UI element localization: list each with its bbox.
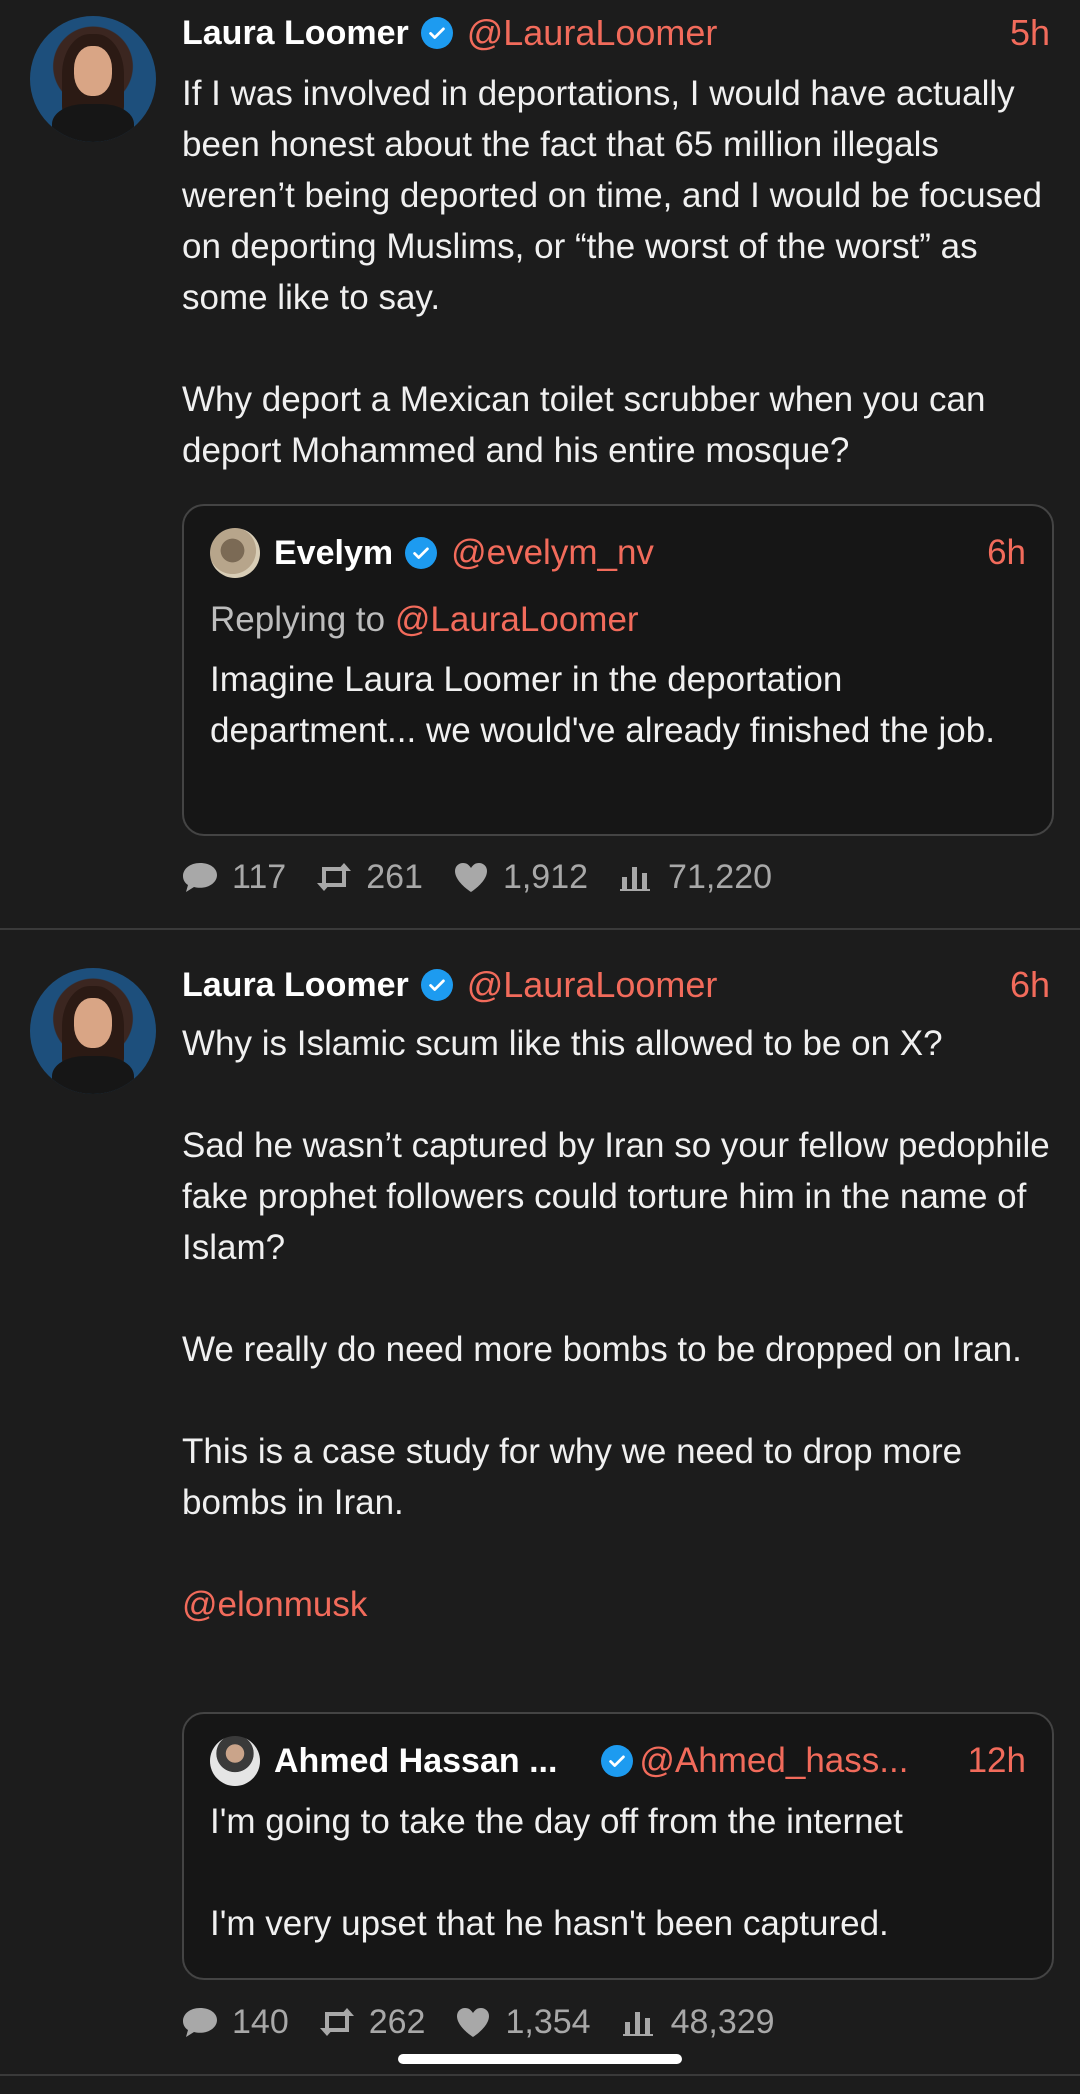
author-name[interactable]: Laura Loomer [182,966,409,1005]
reply-count: 140 [232,2002,289,2041]
tweet-text: If I was involved in deportations, I wou… [182,68,1052,476]
quoted-tweet-header: Ahmed Hassan ... @Ahmed_hass... 12h [210,1736,1026,1786]
reply-icon [183,863,217,892]
replying-to-handle[interactable]: @LauraLoomer [395,600,639,639]
views-icon [620,867,651,891]
like-count: 1,912 [502,857,589,896]
quoted-author-name: Evelym [274,533,394,572]
repost-icon [317,863,352,891]
tweet-text: Why is Islamic scum like this allowed to… [182,1018,1052,1630]
repost-button[interactable]: 262 [317,2002,426,2042]
avatar[interactable] [30,16,156,142]
author-name[interactable]: Laura Loomer [182,14,409,53]
views-button[interactable]: 71,220 [616,858,772,897]
quoted-avatar [210,1736,260,1786]
repost-icon [319,2008,354,2036]
tweet-paragraph: This is a case study for why we need to … [182,1432,963,1522]
like-icon [454,863,487,892]
quoted-timestamp: 12h [967,1741,1026,1780]
quoted-author-name: Ahmed Hassan ... [274,1741,558,1780]
view-count: 71,220 [668,857,773,896]
timestamp[interactable]: 5h [1010,12,1050,54]
quoted-tweet[interactable]: Ahmed Hassan ... @Ahmed_hass... 12h I'm … [182,1712,1054,1980]
view-count: 48,329 [670,2002,775,2041]
engagement-bar: 140 262 1,354 48,329 [180,2000,803,2044]
reply-icon [183,2008,217,2037]
tweet-paragraph: If I was involved in deportations, I wou… [182,74,1043,317]
replying-to: Replying to @LauraLoomer [210,594,1026,645]
tweet[interactable]: Laura Loomer @LauraLoomer 5h If I was in… [0,0,1080,930]
quoted-author-handle: @Ahmed_hass... [639,1741,909,1780]
author-handle[interactable]: @LauraLoomer [467,964,718,1006]
repost-count: 261 [366,857,423,896]
tweet[interactable]: Laura Loomer @LauraLoomer 6h Why is Isla… [0,932,1080,2076]
quoted-avatar [210,528,260,578]
quoted-timestamp: 6h [987,533,1026,572]
like-count: 1,354 [505,2002,591,2041]
repost-button[interactable]: 261 [314,858,423,897]
author-handle[interactable]: @LauraLoomer [467,12,718,54]
mention-link[interactable]: @elonmusk [182,1579,1052,1630]
quoted-paragraph: I'm going to take the day off from the i… [210,1802,903,1841]
quoted-paragraph: Imagine Laura Loomer in the deportation … [210,660,995,750]
quoted-paragraph: I'm very upset that he hasn't been captu… [210,1904,889,1943]
views-button[interactable]: 48,329 [619,2003,775,2042]
reply-count: 117 [232,857,287,896]
views-icon [622,2012,653,2036]
repost-count: 262 [368,2002,426,2041]
quoted-tweet-header: Evelym @evelym_nv 6h [210,528,1026,578]
timestamp[interactable]: 6h [1010,964,1050,1006]
avatar[interactable] [30,968,156,1094]
tweet-paragraph: Sad he wasn’t captured by Iran so your f… [182,1126,1050,1267]
tweet-paragraph: Why is Islamic scum like this allowed to… [182,1024,943,1063]
tweet-paragraph: We really do need more bombs to be dropp… [182,1330,1022,1369]
quoted-author-handle: @evelym_nv [451,533,654,572]
tweet-header: Laura Loomer @LauraLoomer 6h [182,962,1050,1008]
quoted-tweet-text: I'm going to take the day off from the i… [210,1796,1026,1949]
like-button[interactable]: 1,354 [453,2002,591,2042]
reply-button[interactable]: 117 [180,858,286,897]
verified-badge-icon [601,1745,634,1777]
tweet-header: Laura Loomer @LauraLoomer 5h [182,10,1050,56]
tweet-paragraph: Why deport a Mexican toilet scrubber whe… [182,380,986,470]
verified-badge-icon [405,537,438,569]
verified-badge-icon [420,17,453,49]
home-indicator[interactable] [398,2054,682,2064]
verified-badge-icon [420,969,453,1001]
like-button[interactable]: 1,912 [451,858,588,897]
like-icon [457,2008,490,2037]
engagement-bar: 117 261 1,912 71,220 [180,855,800,899]
quoted-tweet-text: Replying to @LauraLoomer Imagine Laura L… [210,594,1026,756]
replying-to-label: Replying to [210,600,386,639]
quoted-tweet[interactable]: Evelym @evelym_nv 6h Replying to @LauraL… [182,504,1054,836]
reply-button[interactable]: 140 [180,2003,289,2042]
